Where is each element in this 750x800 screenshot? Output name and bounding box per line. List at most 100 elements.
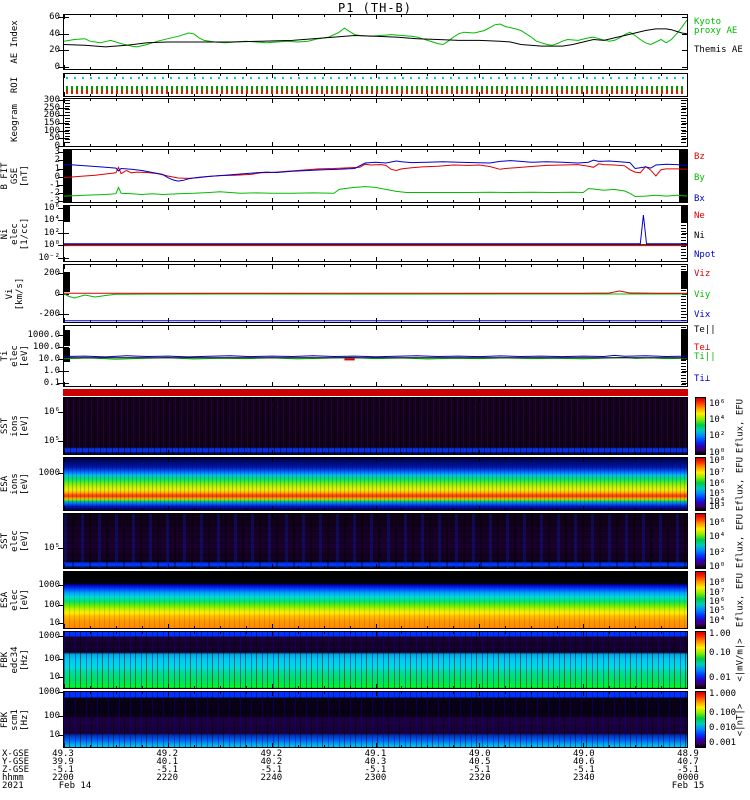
- x-tick: [194, 398, 195, 400]
- x-tick: [116, 94, 117, 96]
- x-tick: [90, 692, 91, 694]
- ytick-mark: [58, 130, 63, 132]
- colorbar-tick-label: 10⁶: [709, 479, 726, 489]
- x-tick: [324, 452, 325, 454]
- x-tick: [687, 74, 688, 78]
- ytick-label: 10⁵: [43, 436, 60, 447]
- x-tick: [401, 626, 402, 628]
- x-tick: [401, 458, 402, 460]
- x-tick: [557, 572, 558, 574]
- x-tick: [168, 458, 169, 462]
- panel-vi: [63, 264, 688, 323]
- x-tick: [635, 144, 636, 146]
- x-tick: [350, 74, 351, 76]
- x-tick: [661, 99, 662, 101]
- right-label-ae: Kyoto proxy AE: [694, 16, 738, 36]
- x-tick: [194, 686, 195, 688]
- plot-vi: [64, 290, 687, 322]
- ytick-mark: [58, 473, 63, 475]
- x-tick: [427, 144, 428, 146]
- ylabel-ti: Ti elec [eV]: [0, 345, 30, 367]
- x-tick: [350, 626, 351, 628]
- ytick-label: 1000.0: [27, 329, 60, 340]
- x-tick: [324, 458, 325, 460]
- minor-tick-comb: [65, 100, 70, 145]
- x-tick: [609, 398, 610, 400]
- x-tick: [376, 142, 377, 146]
- x-tick: [272, 572, 273, 576]
- ytick-mark: [58, 152, 63, 154]
- x-tick: [557, 99, 558, 101]
- x-tick: [272, 632, 273, 636]
- x-tick: [609, 566, 610, 568]
- x-tick: [427, 514, 428, 516]
- ytick-mark: [58, 636, 63, 638]
- x-tick: [142, 508, 143, 510]
- x-tick: [505, 686, 506, 688]
- xaxis-year: 2021: [2, 781, 24, 791]
- x-tick: [427, 692, 428, 694]
- x-tick: [557, 508, 558, 510]
- x-tick: [505, 626, 506, 628]
- ytick-mark: [58, 623, 63, 625]
- x-tick: [142, 452, 143, 454]
- x-tick: [324, 686, 325, 688]
- ytick-label: 0.1: [43, 377, 60, 388]
- xaxis-value-hhmm: 2220: [156, 773, 178, 783]
- x-tick: [505, 398, 506, 400]
- x-tick: [116, 74, 117, 76]
- x-tick: [687, 15, 688, 19]
- x-tick: [635, 745, 636, 747]
- ytick-label: 1.0: [43, 365, 60, 376]
- x-tick: [609, 99, 610, 101]
- x-tick: [427, 632, 428, 634]
- x-tick: [687, 564, 688, 568]
- ytick-mark: [58, 122, 63, 124]
- colorbar-tick-label: 10³: [709, 502, 726, 513]
- x-tick: [298, 74, 299, 76]
- ytick-mark: [58, 412, 63, 414]
- ytick-label: 40: [49, 28, 60, 39]
- ylabel-fbk_scm1: FBK scm1 [Hz]: [0, 708, 30, 731]
- x-tick: [583, 99, 584, 103]
- x-tick: [272, 99, 273, 103]
- ytick-mark: [58, 293, 63, 295]
- x-tick: [505, 745, 506, 747]
- x-tick: [687, 99, 688, 103]
- x-tick: [142, 514, 143, 516]
- x-tick: [194, 452, 195, 454]
- roi-row: [66, 89, 685, 94]
- x-tick: [272, 564, 273, 568]
- x-tick: [505, 632, 506, 634]
- xaxis-value-hhmm: 2240: [260, 773, 283, 783]
- ytick-label: 1000: [38, 631, 60, 642]
- x-tick: [635, 626, 636, 628]
- ylabel-fbk_edc34: FBK edc34 [Hz]: [0, 646, 30, 674]
- x-tick: [557, 94, 558, 96]
- x-tick: [609, 692, 610, 694]
- x-tick: [324, 566, 325, 568]
- colorbar-tick-label: 1.00: [709, 628, 731, 639]
- ytick-mark: [58, 232, 63, 234]
- ytick-mark: [58, 382, 63, 384]
- x-tick: [298, 99, 299, 101]
- x-tick: [220, 514, 221, 516]
- x-tick: [557, 514, 558, 516]
- x-tick: [116, 514, 117, 516]
- x-tick: [635, 572, 636, 574]
- ytick-mark: [58, 441, 63, 443]
- x-tick: [64, 514, 65, 518]
- x-tick: [90, 144, 91, 146]
- x-tick: [687, 458, 688, 462]
- x-tick: [142, 99, 143, 101]
- x-tick: [609, 452, 610, 454]
- roi-row: [66, 77, 685, 80]
- x-tick: [168, 398, 169, 402]
- x-tick: [661, 566, 662, 568]
- ytick-mark: [58, 272, 63, 274]
- x-tick: [142, 74, 143, 76]
- x-tick: [64, 506, 65, 510]
- x-tick: [401, 74, 402, 76]
- x-tick: [116, 572, 117, 574]
- colorbar-tick-label: 10⁴: [709, 532, 726, 543]
